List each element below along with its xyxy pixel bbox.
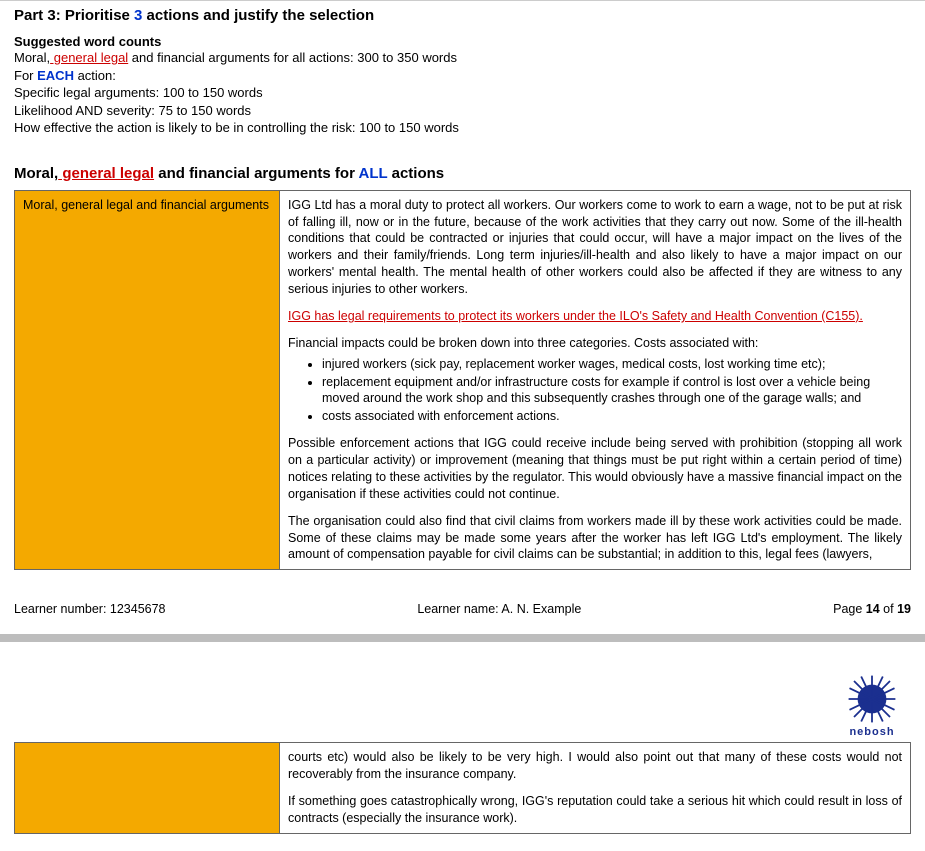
- para-civil-claims: The organisation could also find that ci…: [288, 513, 902, 564]
- para-courts: courts etc) would also be likely to be v…: [288, 749, 902, 783]
- arguments-table: Moral, general legal and financial argum…: [14, 190, 911, 571]
- arguments-label-cell: Moral, general legal and financial argum…: [15, 190, 280, 570]
- para-reputation: If something goes catastrophically wrong…: [288, 793, 902, 827]
- wc-line4: How effective the action is likely to be…: [14, 119, 911, 137]
- arguments-label-cell-cont: [15, 743, 280, 834]
- arguments-content-cell: IGG Ltd has a moral duty to protect all …: [280, 190, 911, 570]
- nebosh-icon: [845, 672, 899, 726]
- part-suffix: actions and justify the selection: [142, 7, 374, 24]
- wc-line3: Likelihood AND severity: 75 to 150 words: [14, 102, 911, 120]
- logo-area: nebosh: [0, 642, 925, 742]
- page-2-content: courts etc) would also be likely to be v…: [0, 742, 925, 840]
- bullet-list: injured workers (sick pay, replacement w…: [288, 356, 902, 426]
- part-prefix: Part 3: Prioritise: [14, 7, 134, 24]
- learner-name: Learner name: A. N. Example: [417, 602, 581, 616]
- para-financial-intro: Financial impacts could be broken down i…: [288, 335, 902, 352]
- wc-line1-red: general legal: [50, 50, 128, 65]
- page-separator: [0, 634, 925, 642]
- list-item: costs associated with enforcement action…: [322, 408, 902, 425]
- each-word: EACH: [37, 68, 74, 83]
- wc-line2: Specific legal arguments: 100 to 150 wor…: [14, 84, 911, 102]
- section-red: general legal: [58, 165, 154, 182]
- learner-number: Learner number: 12345678: [14, 602, 166, 616]
- table-row: Moral, general legal and financial argum…: [15, 190, 911, 570]
- wc-each: For EACH action:: [14, 67, 911, 85]
- nebosh-logo: nebosh: [845, 672, 899, 738]
- para-enforcement: Possible enforcement actions that IGG co…: [288, 435, 902, 503]
- wc-line1: Moral, general legal and financial argum…: [14, 49, 911, 67]
- part-title: Part 3: Prioritise 3 actions and justify…: [14, 7, 911, 24]
- list-item: injured workers (sick pay, replacement w…: [322, 356, 902, 373]
- page-1-content: Part 3: Prioritise 3 actions and justify…: [0, 0, 925, 578]
- table-row: courts etc) would also be likely to be v…: [15, 743, 911, 834]
- arguments-table-continued: courts etc) would also be likely to be v…: [14, 742, 911, 834]
- page-footer: Learner number: 12345678 Learner name: A…: [0, 578, 925, 634]
- para-legal-red: IGG has legal requirements to protect it…: [288, 308, 902, 325]
- para-moral: IGG Ltd has a moral duty to protect all …: [288, 197, 902, 298]
- section-title: Moral, general legal and financial argum…: [14, 165, 911, 182]
- word-counts-title: Suggested word counts: [14, 34, 911, 49]
- arguments-content-cell-cont: courts etc) would also be likely to be v…: [280, 743, 911, 834]
- page-number: Page 14 of 19: [833, 602, 911, 616]
- section-all: ALL: [359, 165, 388, 182]
- list-item: replacement equipment and/or infrastruct…: [322, 374, 902, 408]
- logo-text: nebosh: [849, 726, 894, 738]
